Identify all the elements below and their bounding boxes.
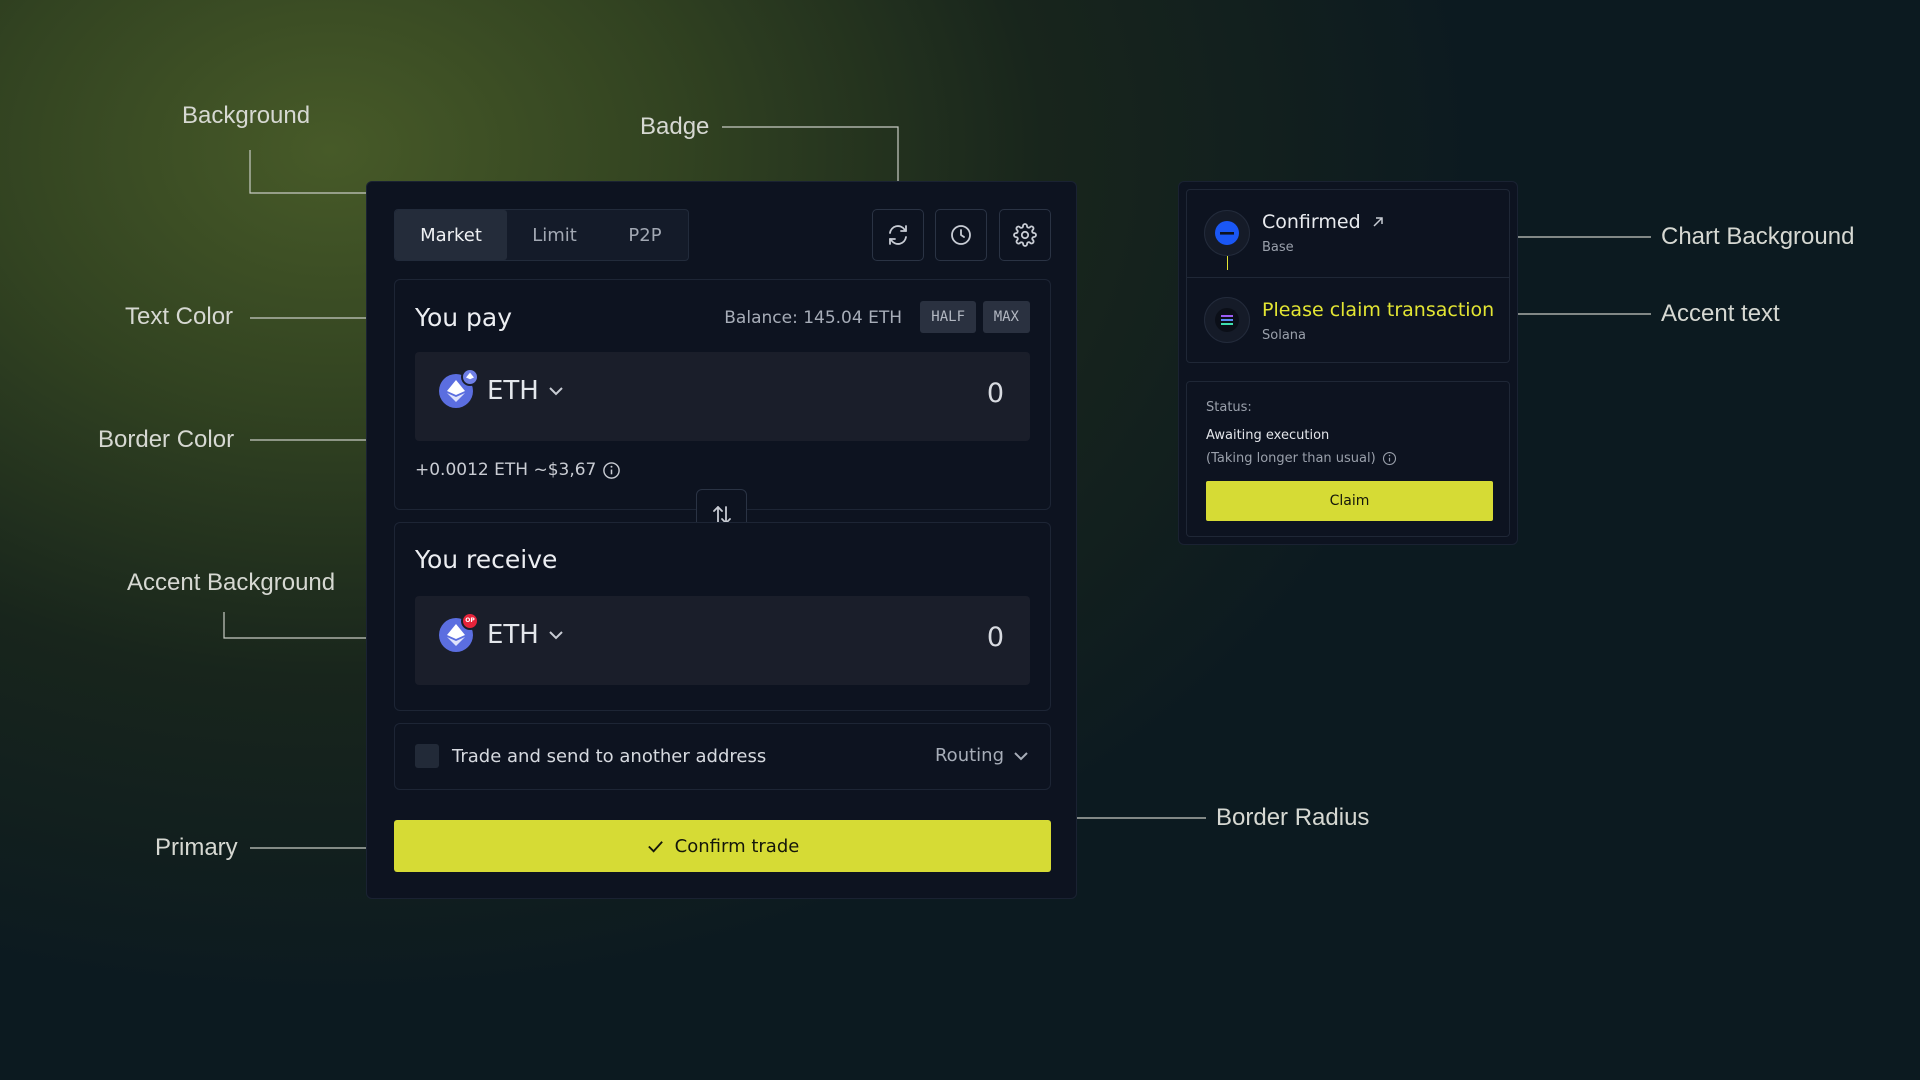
pay-amount-input[interactable]: 0 xyxy=(987,378,1004,409)
history-button[interactable] xyxy=(935,209,987,261)
order-type-tabs: Market Limit P2P xyxy=(394,209,689,261)
swap-card: Market Limit P2P You pay Balance: 145.04… xyxy=(366,181,1077,899)
send-to-address-checkbox[interactable] xyxy=(415,744,439,768)
receive-amount-input[interactable]: 0 xyxy=(987,622,1004,653)
pay-panel: You pay Balance: 145.04 ETH HALF MAX ETH… xyxy=(394,279,1051,510)
status-label: Status: xyxy=(1206,400,1252,415)
chevron-down-icon xyxy=(549,631,563,640)
solana-chain-icon xyxy=(1204,297,1250,343)
half-button[interactable]: HALF xyxy=(920,301,976,333)
confirmed-title: Confirmed xyxy=(1262,211,1361,233)
ethereum-icon xyxy=(447,380,465,402)
chevron-down-icon xyxy=(549,387,563,396)
tab-p2p[interactable]: P2P xyxy=(602,210,688,260)
confirm-trade-button[interactable]: Confirm trade xyxy=(394,820,1051,872)
tab-limit[interactable]: Limit xyxy=(507,210,602,260)
status-details: Status: Awaiting execution (Taking longe… xyxy=(1186,381,1510,537)
ethereum-icon xyxy=(447,624,465,646)
send-option-row: Trade and send to another address Routin… xyxy=(394,723,1051,790)
pay-token-selector[interactable]: ETH xyxy=(439,368,565,408)
annotation-badge: Badge xyxy=(640,113,710,140)
annotation-chart-background: Chart Background xyxy=(1661,223,1855,250)
receive-title: You receive xyxy=(415,545,558,574)
max-button[interactable]: MAX xyxy=(982,301,1030,333)
eth-token-icon: OP xyxy=(439,612,479,652)
info-icon[interactable] xyxy=(1382,451,1397,466)
routing-dropdown[interactable]: Routing xyxy=(935,745,1030,766)
annotation-accent-text: Accent text xyxy=(1661,300,1780,327)
balance-text: Balance: 145.04 ETH xyxy=(724,308,902,328)
pay-token-symbol: ETH xyxy=(487,376,539,406)
fee-note-text: +0.0012 ETH ~$3,67 xyxy=(415,460,597,480)
status-note-text: (Taking longer than usual) xyxy=(1206,451,1376,466)
annotation-background: Background xyxy=(182,102,311,129)
chevron-down-icon xyxy=(1014,751,1028,760)
refresh-button[interactable] xyxy=(872,209,924,261)
history-icon xyxy=(951,225,971,245)
claim-button[interactable]: Claim xyxy=(1206,481,1493,521)
send-option-label: Trade and send to another address xyxy=(452,746,767,767)
check-icon xyxy=(647,840,663,853)
eth-chain-badge xyxy=(461,368,479,386)
annotation-border-radius: Border Radius xyxy=(1216,804,1370,831)
receive-token-selector[interactable]: OP ETH xyxy=(439,612,565,652)
status-value: Awaiting execution xyxy=(1206,428,1330,443)
annotation-accent-background: Accent Background xyxy=(127,569,336,596)
pay-title: You pay xyxy=(415,303,513,332)
receive-token-box: OP ETH 0 xyxy=(415,596,1030,685)
refresh-icon xyxy=(889,225,907,245)
confirm-trade-label: Confirm trade xyxy=(674,835,800,857)
base-chain-icon xyxy=(1204,210,1250,256)
annotation-text-color: Text Color xyxy=(125,303,234,330)
eth-token-icon xyxy=(439,368,479,408)
annotation-border-color: Border Color xyxy=(98,426,235,453)
settings-button[interactable] xyxy=(999,209,1051,261)
external-link-icon[interactable] xyxy=(1371,215,1385,229)
status-note: (Taking longer than usual) xyxy=(1206,451,1397,466)
step-connector xyxy=(1227,256,1228,270)
confirmed-chain: Base xyxy=(1262,240,1294,255)
optimism-badge: OP xyxy=(461,612,479,630)
settings-icon xyxy=(1013,223,1037,247)
pay-token-box: ETH 0 xyxy=(415,352,1030,441)
transaction-status-card: Confirmed Base Please claim transaction … xyxy=(1178,181,1518,545)
info-icon[interactable] xyxy=(602,461,621,480)
receive-panel: You receive OP ETH 0 xyxy=(394,522,1051,711)
fee-note: +0.0012 ETH ~$3,67 xyxy=(415,460,621,480)
routing-label: Routing xyxy=(934,745,1004,766)
tab-market[interactable]: Market xyxy=(395,210,507,260)
claim-prompt-title: Please claim transaction xyxy=(1262,299,1495,321)
pending-chain: Solana xyxy=(1262,328,1306,343)
transaction-steps: Confirmed Base Please claim transaction … xyxy=(1186,189,1510,363)
optimism-badge-text: OP xyxy=(465,617,475,624)
confirmed-step: Confirmed xyxy=(1262,211,1385,233)
row-divider xyxy=(1187,277,1509,278)
annotation-primary: Primary xyxy=(155,834,238,861)
receive-token-symbol: ETH xyxy=(487,620,539,650)
